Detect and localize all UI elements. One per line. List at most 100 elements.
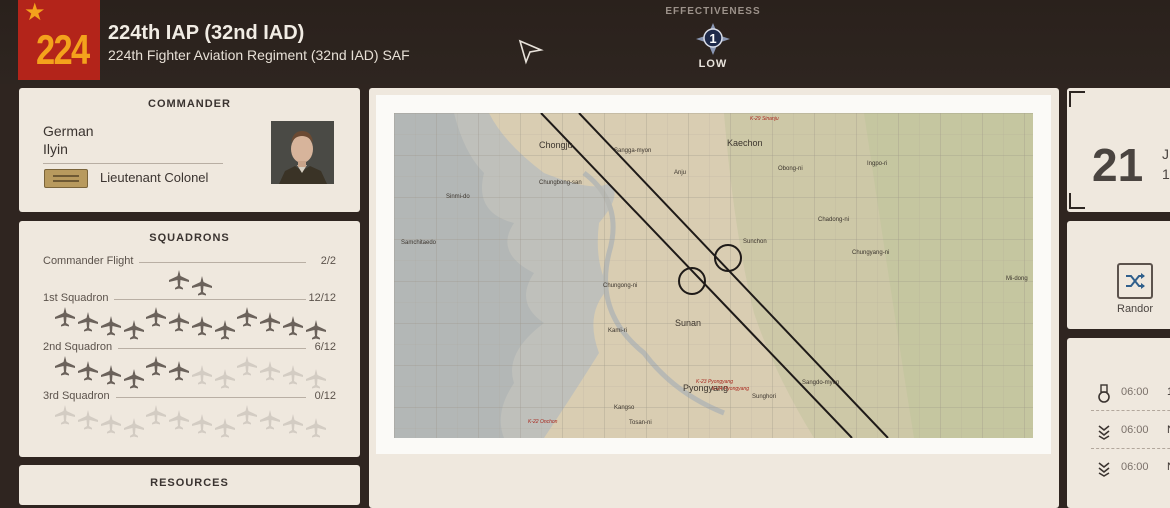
squadron-name: 1st Squadron [43,292,115,304]
map-label-midong: Mi-dong [1006,276,1028,282]
aircraft-group [19,306,360,340]
map-label-anju: Anju [674,170,686,176]
aircraft-icon [77,311,99,333]
aircraft-icon [282,315,304,337]
map-label-sinanju: K-29 Sinanju [750,116,779,122]
map-label-chungyang: Chungyang-ni [852,250,889,256]
schedule-panel: 06:00 1! 06:00 N 06:00 N [1067,338,1170,508]
bracket-corner [1069,91,1085,107]
aircraft-icon [54,355,76,377]
aircraft-icon [168,409,190,431]
squadron-row[interactable]: 3rd Squadron 0/12 [43,390,336,404]
commander-title: COMMANDER [148,98,231,110]
divider [1091,448,1170,449]
aircraft-icon [145,306,167,328]
aircraft-icon [123,368,145,390]
date-day: 21 [1092,139,1144,191]
commander-panel: COMMANDER German Ilyin Lieutenant Colone… [19,88,360,212]
aircraft-icon [191,364,213,386]
map-label-sangga: Sangga-myon [614,148,651,154]
squadron-count: 0/12 [314,390,336,402]
aircraft-icon [123,417,145,439]
randomize-panel: Randor [1067,221,1170,329]
resources-title: RESOURCES [150,477,229,489]
squadron-row[interactable]: 1st Squadron 12/12 [43,292,336,306]
schedule-row[interactable]: 06:00 N [1067,422,1170,442]
bracket-corner [1069,193,1085,209]
map-label-samchitaedo: Samchitaedo [401,240,437,246]
map-label-k22: K-22 Onchon [528,419,558,425]
aircraft-icon [214,319,236,341]
aircraft-icon [191,413,213,435]
map-label-tosan: Tosan-ni [629,420,652,426]
aircraft-icon [100,364,122,386]
date-month: J [1162,146,1169,162]
squadron-name: 3rd Squadron [43,390,116,402]
chevron-rank-icon [1098,425,1110,440]
pointer-cursor-icon [518,39,544,65]
map-label-chongju: Chongju [539,140,573,150]
aircraft-icon [168,269,190,291]
squadron-count: 12/12 [308,292,336,304]
aircraft-group [19,269,360,296]
effectiveness-level-icon: 1 [696,23,730,55]
schedule-time: 06:00 [1121,424,1149,436]
aircraft-icon [236,306,258,328]
date-panel: 21 J 1 [1067,88,1170,212]
unit-name: 224th IAP (32nd IAD) [108,22,305,44]
aircraft-icon [259,409,281,431]
divider [1091,410,1170,411]
star-icon: ★ [24,0,46,26]
map-label-sangdo: Sangdo-myon [802,380,839,386]
aircraft-icon [77,360,99,382]
aircraft-icon [305,417,327,439]
randomize-button[interactable] [1117,263,1153,299]
schedule-row[interactable]: 06:00 N [1067,459,1170,479]
unit-full-name: 224th Fighter Aviation Regiment (32nd IA… [108,47,410,63]
schedule-row[interactable]: 06:00 1! [1067,384,1170,404]
date-year: 1 [1162,166,1170,182]
commander-rank: Lieutenant Colonel [100,170,209,185]
aircraft-icon [259,311,281,333]
aircraft-icon [77,409,99,431]
squadron-row[interactable]: 2nd Squadron 6/12 [43,341,336,355]
squadron-count: 6/12 [314,341,336,353]
aircraft-icon [259,360,281,382]
effectiveness-value: LOW [698,58,728,70]
aircraft-icon [54,306,76,328]
map-label-chungong: Chungong-ni [603,283,637,289]
resources-panel: RESOURCES [19,465,360,505]
regiment-emblem: ★ 224 [18,0,100,80]
schedule-time: 06:00 [1121,461,1149,473]
squadron-name: Commander Flight [43,255,140,267]
commander-last-name: Ilyin [43,141,68,157]
map-label-kaechon: Kaechon [727,138,763,148]
map-label-ingpo: Ingpo-ri [867,161,887,167]
map-label-k24: K-24 Pyongyang [712,386,749,392]
aircraft-icon [145,355,167,377]
commander-portrait[interactable] [271,121,334,184]
aircraft-icon [123,319,145,341]
aircraft-icon [145,404,167,426]
aircraft-icon [305,319,327,341]
squadrons-panel: SQUADRONS Commander Flight 2/2 1st Squadro… [19,221,360,457]
aircraft-icon [100,413,122,435]
map-label-chungbong: Chungbong-san [539,180,582,186]
map-label-sunan: Sunan [675,318,701,328]
randomize-label: Randor [1117,303,1154,315]
map-label-sunchon: Sunchon [743,239,767,245]
aircraft-icon [282,364,304,386]
aircraft-icon [54,404,76,426]
aircraft-group [19,404,360,438]
theater-map[interactable]: K-29 Sinanju Chongju Sangga-myon Kaechon… [394,113,1033,438]
map-label-obong: Obong-ni [778,166,803,172]
map-label-kangso: Kangso [614,405,635,411]
squadron-row[interactable]: Commander Flight 2/2 [43,255,336,269]
aircraft-icon [100,315,122,337]
squadrons-title: SQUADRONS [149,232,230,244]
schedule-time: 06:00 [1121,386,1149,398]
emblem-number: 224 [36,26,90,73]
map-label-chadong: Chadong-ni [818,217,849,223]
map-label-sinmi: Sinmi-do [446,194,470,200]
effectiveness-level-number: 1 [709,31,716,46]
